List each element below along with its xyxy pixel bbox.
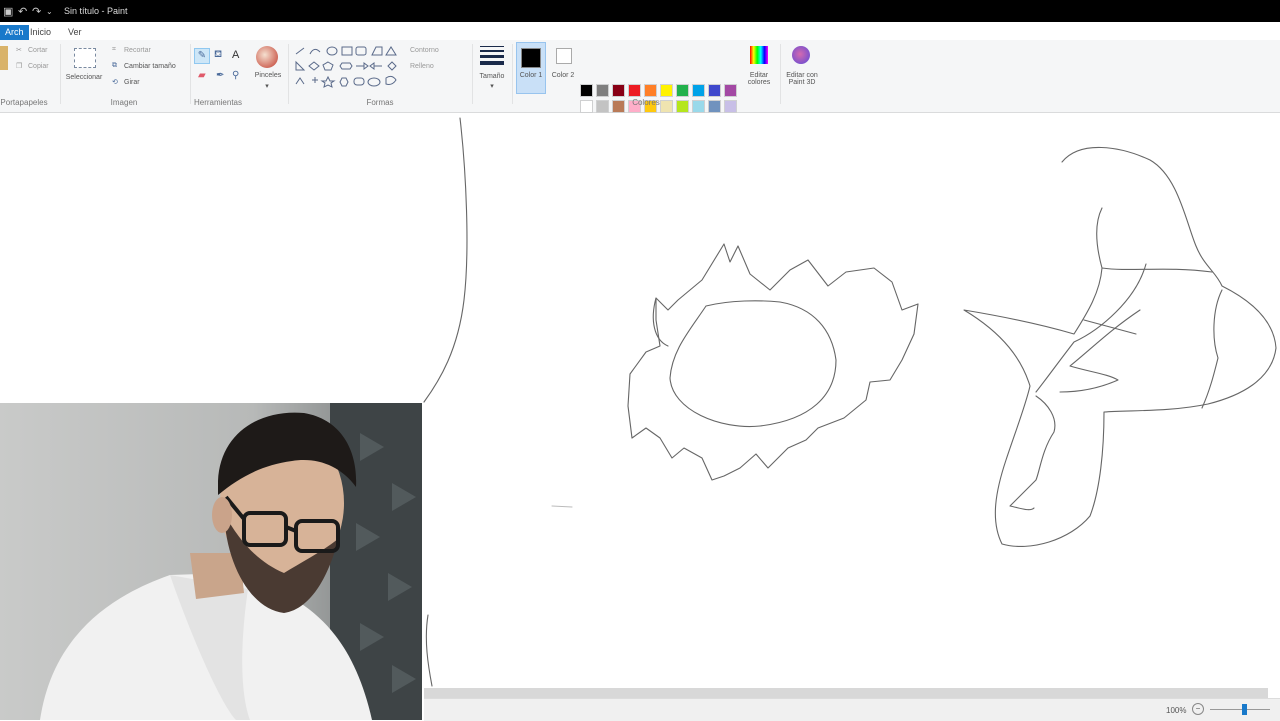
palette-swatch[interactable] bbox=[628, 84, 641, 97]
zoom-level: 100% bbox=[1166, 706, 1187, 715]
separator bbox=[60, 44, 61, 104]
webcam-overlay bbox=[0, 403, 422, 720]
select-icon[interactable] bbox=[74, 48, 96, 68]
cut-button[interactable]: Cortar bbox=[28, 47, 47, 54]
tab-home[interactable]: Inicio bbox=[24, 25, 57, 40]
spiky-ring-outer bbox=[627, 243, 919, 481]
fill-button[interactable]: Relleno bbox=[410, 63, 434, 70]
pencil-icon[interactable]: ✎ bbox=[194, 48, 210, 64]
customize-icon[interactable]: ⌄ bbox=[46, 7, 53, 16]
edit-colors-button[interactable]: Editar colores bbox=[740, 72, 778, 86]
webcam-person-image bbox=[0, 403, 422, 720]
palette-swatch[interactable] bbox=[580, 100, 593, 113]
copy-icon: ❐ bbox=[16, 63, 23, 70]
color1-selector[interactable] bbox=[516, 42, 546, 94]
rotate-icon: ⟲ bbox=[112, 79, 118, 86]
resize-icon: ⧉ bbox=[112, 62, 117, 69]
color2-swatch[interactable] bbox=[556, 48, 572, 64]
tools-group-label: Herramientas bbox=[193, 98, 242, 107]
palette-swatch[interactable] bbox=[692, 84, 705, 97]
outline-button[interactable]: Contorno bbox=[410, 47, 439, 54]
magnifier-icon[interactable]: ⚲ bbox=[232, 70, 239, 81]
colors-group-label: Colores bbox=[632, 98, 660, 107]
palette-swatch[interactable] bbox=[692, 100, 705, 113]
palette-swatch[interactable] bbox=[612, 84, 625, 97]
edit-colors-icon[interactable] bbox=[750, 46, 768, 64]
copy-button[interactable]: Copiar bbox=[28, 63, 49, 70]
palette-swatch[interactable] bbox=[580, 84, 593, 97]
title-bar: ▣ ↶ ↷ ⌄ Sin título - Paint bbox=[0, 0, 1280, 22]
fish-shape-line bbox=[1201, 289, 1223, 409]
zoom-slider-thumb[interactable] bbox=[1242, 704, 1247, 715]
stray-stroke bbox=[551, 505, 573, 508]
color1-swatch bbox=[521, 48, 541, 68]
shapes-group-label: Formas bbox=[366, 98, 394, 107]
zoom-out-button[interactable]: − bbox=[1192, 703, 1204, 715]
palette-swatch[interactable] bbox=[596, 100, 609, 113]
select-button[interactable]: Seleccionar bbox=[62, 74, 106, 81]
redo-icon[interactable]: ↷ bbox=[32, 5, 41, 18]
palette-swatch[interactable] bbox=[724, 100, 737, 113]
horizontal-scrollbar[interactable] bbox=[424, 688, 1268, 698]
separator bbox=[190, 44, 191, 104]
canvas-edge-stroke bbox=[423, 117, 468, 403]
crop-button[interactable]: Recortar bbox=[124, 47, 151, 54]
fish-shape-line bbox=[1009, 395, 1056, 511]
palette-swatch[interactable] bbox=[644, 84, 657, 97]
palette-swatch[interactable] bbox=[724, 84, 737, 97]
crop-icon: ⌗ bbox=[112, 46, 116, 53]
palette-swatch[interactable] bbox=[596, 84, 609, 97]
ribbon: ✂ Cortar ❐ Copiar Portapapeles Seleccion… bbox=[0, 40, 1280, 129]
fish-shape-line bbox=[1101, 267, 1213, 273]
clipboard-group-label: Portapapeles bbox=[0, 98, 48, 107]
brushes-button[interactable]: Pinceles bbox=[250, 72, 286, 79]
size-lines-icon[interactable] bbox=[480, 46, 504, 65]
size-button[interactable]: Tamaño bbox=[474, 73, 510, 80]
paint3d-icon[interactable] bbox=[792, 46, 810, 64]
eraser-icon[interactable]: ▰ bbox=[198, 70, 206, 81]
shapes-gallery[interactable] bbox=[292, 44, 402, 92]
status-bar: 100% − bbox=[424, 698, 1280, 721]
separator bbox=[288, 44, 289, 104]
fish-shape-outer bbox=[963, 146, 1277, 547]
paint3d-button[interactable]: Editar con Paint 3D bbox=[782, 72, 822, 86]
paint-app-icon: ▣ bbox=[3, 6, 14, 18]
separator bbox=[780, 44, 781, 104]
size-dropdown-icon[interactable]: ▾ bbox=[487, 82, 497, 90]
window-title: Sin título - Paint bbox=[64, 6, 128, 16]
zoom-slider[interactable] bbox=[1210, 709, 1270, 710]
color1-label: Color 1 bbox=[519, 72, 543, 79]
fish-shape-line bbox=[1059, 309, 1141, 393]
color2-label[interactable]: Color 2 bbox=[548, 72, 578, 79]
palette-swatch[interactable] bbox=[676, 84, 689, 97]
resize-button[interactable]: Cambiar tamaño bbox=[124, 63, 176, 70]
separator bbox=[512, 44, 513, 104]
tab-view[interactable]: Ver bbox=[62, 25, 88, 40]
brushes-dropdown-icon[interactable]: ▾ bbox=[262, 82, 272, 90]
rotate-button[interactable]: Girar bbox=[124, 79, 140, 86]
separator bbox=[472, 44, 473, 104]
text-tool-icon[interactable]: A bbox=[232, 49, 239, 61]
undo-icon[interactable]: ↶ bbox=[18, 5, 27, 18]
paste-icon[interactable] bbox=[0, 46, 8, 70]
color-picker-icon[interactable]: ✒ bbox=[216, 70, 224, 81]
fill-bucket-icon[interactable]: ⛾ bbox=[214, 49, 222, 62]
canvas-edge-stroke-lower bbox=[425, 614, 433, 687]
image-group-label: Imagen bbox=[110, 98, 138, 107]
palette-swatch[interactable] bbox=[660, 84, 673, 97]
palette-swatch[interactable] bbox=[708, 100, 721, 113]
palette-swatch[interactable] bbox=[708, 84, 721, 97]
cut-icon: ✂ bbox=[16, 47, 22, 54]
brushes-icon[interactable] bbox=[256, 46, 278, 68]
spiky-ring-inner bbox=[669, 300, 837, 428]
ribbon-tabs: Arch Inicio Ver bbox=[0, 22, 1280, 40]
